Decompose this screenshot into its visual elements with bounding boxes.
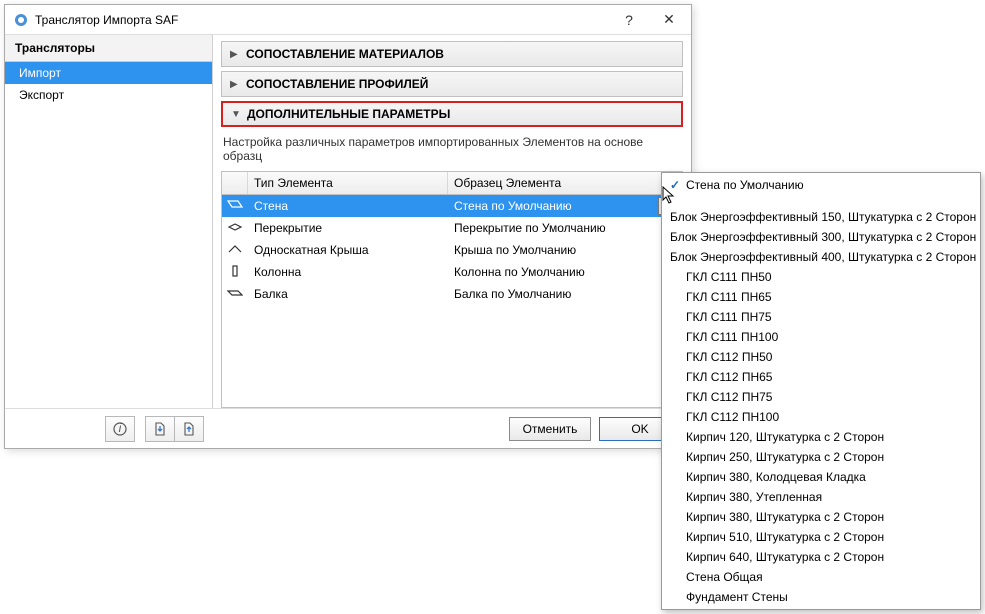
close-button[interactable]: ✕ [647,5,691,35]
dropdown-item[interactable]: Кирпич 640, Штукатурка с 2 Сторон [662,547,980,567]
cell-type: Колонна [248,265,448,279]
grid-row-column[interactable]: Колонна Колонна по Умолчанию [222,261,682,283]
dropdown-separator [662,195,980,207]
grid-header-type[interactable]: Тип Элемента [248,172,448,194]
grid-header-sample[interactable]: Образец Элемента [448,172,682,194]
dropdown-item[interactable]: Фундамент Стены [662,587,980,607]
dropdown-item[interactable]: Кирпич 380, Штукатурка с 2 Сторон [662,507,980,527]
dropdown-item-label: Кирпич 640, Штукатурка с 2 Сторон [686,550,884,564]
dropdown-item-label: Кирпич 380, Колодцевая Кладка [686,470,866,484]
dropdown-item[interactable]: Кирпич 380, Колодцевая Кладка [662,467,980,487]
dropdown-item-label: Кирпич 380, Утепленная [686,490,822,504]
toolbar: i [105,416,204,442]
dropdown-item-label: Блок Энергоэффективный 400, Штукатурка с… [670,250,976,264]
export-file-button[interactable] [174,416,204,442]
main-panel: ▶ СОПОСТАВЛЕНИЕ МАТЕРИАЛОВ ▶ СОПОСТАВЛЕН… [213,35,691,408]
cell-sample: Колонна по Умолчанию [448,265,682,279]
dropdown-item-label: ГКЛ С111 ПН65 [686,290,772,304]
info-button[interactable]: i [105,416,135,442]
dropdown-item-label: ГКЛ С111 ПН100 [686,330,778,344]
cancel-button[interactable]: Отменить [509,417,591,441]
cell-sample: Балка по Умолчанию [448,287,682,301]
dropdown-item[interactable]: ГКЛ С112 ПН50 [662,347,980,367]
dropdown-item[interactable]: Блок Энергоэффективный 400, Штукатурка с… [662,247,980,267]
element-grid: Тип Элемента Образец Элемента Стена Стен… [221,171,683,408]
dropdown-item-label: Стена Общая [686,570,763,584]
svg-text:i: i [119,422,122,435]
check-icon: ✓ [670,178,686,192]
wall-icon [227,198,243,215]
sidebar: Трансляторы Импорт Экспорт [5,35,213,408]
sidebar-item-export[interactable]: Экспорт [5,84,212,106]
dropdown-item-label: Кирпич 250, Штукатурка с 2 Сторон [686,450,884,464]
dropdown-item[interactable]: Кирпич 510, Штукатурка с 2 Сторон [662,527,980,547]
section-description: Настройка различных параметров импортиро… [221,131,683,171]
cell-type: Односкатная Крыша [248,243,448,257]
dialog-body: Трансляторы Импорт Экспорт ▶ СОПОСТАВЛЕН… [5,35,691,408]
dropdown-item[interactable]: Блок Энергоэффективный 150, Штукатурка с… [662,207,980,227]
dropdown-item-label: ГКЛ С112 ПН100 [686,410,779,424]
cell-type: Перекрытие [248,221,448,235]
dropdown-item-label: Фундамент Стены [686,590,788,604]
cell-type: Балка [248,287,448,301]
chevron-down-icon: ▼ [231,109,243,120]
grid-row-wall[interactable]: Стена Стена по Умолчанию ▾ [222,195,682,217]
dropdown-item-label: ГКЛ С111 ПН50 [686,270,772,284]
dialog-window: Транслятор Импорта SAF ? ✕ Трансляторы И… [4,4,692,449]
chevron-right-icon: ▶ [230,49,242,60]
dropdown-item[interactable]: ГКЛ С111 ПН75 [662,307,980,327]
bottom-bar: i Отменить OK [5,408,691,448]
grid-row-slab[interactable]: Перекрытие Перекрытие по Умолчанию [222,217,682,239]
roof-icon [227,242,243,259]
dropdown-item[interactable]: ГКЛ С112 ПН75 [662,387,980,407]
dropdown-item-label: Кирпич 120, Штукатурка с 2 Сторон [686,430,884,444]
dropdown-item-label: ГКЛ С112 ПН65 [686,370,772,384]
import-file-button[interactable] [145,416,175,442]
dropdown-item[interactable]: ГКЛ С111 ПН100 [662,327,980,347]
grid-header-icon-col [222,172,248,194]
dropdown-item-label: Блок Энергоэффективный 300, Штукатурка с… [670,230,976,244]
section-profiles[interactable]: ▶ СОПОСТАВЛЕНИЕ ПРОФИЛЕЙ [221,71,683,97]
dropdown-item-label: Кирпич 510, Штукатурка с 2 Сторон [686,530,884,544]
beam-icon [227,286,243,303]
grid-row-beam[interactable]: Балка Балка по Умолчанию [222,283,682,305]
dropdown-item-selected[interactable]: ✓ Стена по Умолчанию [662,175,980,195]
dropdown-item[interactable]: Стена Общая [662,567,980,587]
dropdown-item-label: ГКЛ С111 ПН75 [686,310,772,324]
cell-type: Стена [248,199,448,213]
grid-header: Тип Элемента Образец Элемента [222,172,682,195]
sidebar-item-import[interactable]: Импорт [5,62,212,84]
cell-sample: Перекрытие по Умолчанию [448,221,682,235]
cell-sample: Крыша по Умолчанию [448,243,682,257]
cell-sample: Стена по Умолчанию [454,199,572,213]
dropdown-item-label: Стена по Умолчанию [686,178,804,192]
chevron-right-icon: ▶ [230,79,242,90]
app-icon [13,12,29,28]
dropdown-item[interactable]: Кирпич 250, Штукатурка с 2 Сторон [662,447,980,467]
section-label: СОПОСТАВЛЕНИЕ ПРОФИЛЕЙ [246,77,428,91]
sidebar-header: Трансляторы [5,35,212,62]
titlebar: Транслятор Импорта SAF ? ✕ [5,5,691,35]
dropdown-item[interactable]: ГКЛ С112 ПН100 [662,407,980,427]
dropdown-item-label: Блок Энергоэффективный 150, Штукатурка с… [670,210,976,224]
section-extras[interactable]: ▼ ДОПОЛНИТЕЛЬНЫЕ ПАРАМЕТРЫ [221,101,683,127]
section-label: ДОПОЛНИТЕЛЬНЫЕ ПАРАМЕТРЫ [247,107,450,121]
section-label: СОПОСТАВЛЕНИЕ МАТЕРИАЛОВ [246,47,444,61]
dropdown-item[interactable]: Кирпич 380, Утепленная [662,487,980,507]
dropdown-item-label: ГКЛ С112 ПН50 [686,350,772,364]
section-materials[interactable]: ▶ СОПОСТАВЛЕНИЕ МАТЕРИАЛОВ [221,41,683,67]
sample-dropdown-menu[interactable]: ✓ Стена по Умолчанию Блок Энергоэффектив… [661,172,981,610]
window-title: Транслятор Импорта SAF [35,13,611,27]
dropdown-item[interactable]: ГКЛ С111 ПН50 [662,267,980,287]
dropdown-item-label: Кирпич 380, Штукатурка с 2 Сторон [686,510,884,524]
dropdown-item[interactable]: Блок Энергоэффективный 300, Штукатурка с… [662,227,980,247]
column-icon [227,264,243,281]
slab-icon [227,220,243,237]
dropdown-item[interactable]: ГКЛ С111 ПН65 [662,287,980,307]
dropdown-item[interactable]: ГКЛ С112 ПН65 [662,367,980,387]
dropdown-item-label: ГКЛ С112 ПН75 [686,390,772,404]
dropdown-item[interactable]: Кирпич 120, Штукатурка с 2 Сторон [662,427,980,447]
grid-row-roof[interactable]: Односкатная Крыша Крыша по Умолчанию [222,239,682,261]
help-button[interactable]: ? [611,5,647,35]
